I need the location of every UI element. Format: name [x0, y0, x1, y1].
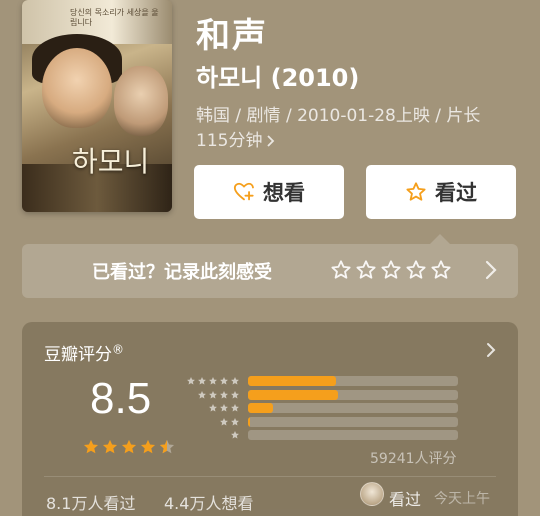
record-star-rating[interactable]	[330, 259, 452, 281]
star-icon	[231, 390, 239, 398]
distribution-bar-track	[248, 430, 458, 440]
distribution-bar-fill	[248, 389, 339, 400]
movie-title: 和声	[196, 16, 268, 56]
divider	[44, 476, 496, 477]
star-outline-icon	[406, 260, 426, 279]
record-panel-pointer	[430, 234, 450, 244]
movie-meta-text: 韩国 / 剧情 / 2010-01-28上映 / 片长 115分钟	[196, 106, 481, 151]
star-icon	[198, 390, 206, 398]
seen-count[interactable]: 8.1万人看过	[46, 490, 135, 514]
friend-time: 今天上午	[434, 491, 490, 507]
distribution-bar-fill	[248, 416, 251, 427]
star-icon	[231, 431, 239, 439]
star-icon	[140, 439, 156, 454]
star-outline-icon	[381, 260, 401, 279]
star-icon	[220, 404, 228, 412]
star-icon	[209, 377, 217, 385]
want-count[interactable]: 4.4万人想看	[164, 490, 253, 514]
distribution-stars	[182, 376, 240, 386]
rating-distribution-row	[182, 416, 458, 427]
rating-count: 59241人评分	[370, 451, 457, 467]
distribution-bar-fill	[248, 376, 337, 386]
star-icon	[121, 439, 137, 454]
star-icon	[220, 417, 228, 425]
distribution-bar-track	[248, 389, 458, 400]
friend-action: 看过	[389, 490, 422, 509]
distribution-bar-track	[248, 376, 458, 386]
star-icon	[220, 390, 228, 398]
avatar[interactable]	[360, 482, 384, 506]
want-to-watch-label: 想看	[263, 181, 305, 205]
rating-label-text: 豆瓣评分	[44, 345, 112, 365]
movie-poster[interactable]: 당신의 목소리가 세상을 울립니다 하모니	[22, 0, 172, 212]
star-icon	[231, 417, 239, 425]
distribution-stars	[182, 390, 240, 400]
chevron-right-icon[interactable]	[486, 342, 496, 362]
star-icon	[209, 390, 217, 398]
distribution-bar-track	[248, 403, 458, 413]
want-to-watch-button[interactable]: 想看	[194, 165, 344, 219]
distribution-bar-fill	[248, 403, 274, 413]
star-icon	[83, 439, 99, 454]
star-icon	[102, 439, 118, 454]
heart-plus-icon	[233, 181, 255, 203]
movie-original-title: 하모니 (2010)	[196, 64, 360, 92]
star-icon	[209, 404, 217, 412]
registered-mark: ®	[112, 342, 124, 357]
douban-rating-panel[interactable]: 豆瓣评分® 8.5 59241人评分 8.1万人看过 4.4万人想看 看过 今天…	[22, 322, 518, 516]
record-feeling-prompt: 已看过？记录此刻感受	[92, 262, 272, 283]
poster-figure-face	[42, 48, 112, 128]
poster-figure-face-secondary	[114, 66, 168, 136]
chevron-right-icon	[484, 258, 498, 286]
distribution-stars	[182, 403, 240, 413]
rating-distribution-row	[182, 376, 458, 386]
rating-distribution-row	[182, 430, 458, 440]
star-icon	[231, 377, 239, 385]
movie-meta-link[interactable]: 韩国 / 剧情 / 2010-01-28上映 / 片长 115分钟	[196, 104, 516, 154]
star-icon	[220, 377, 228, 385]
star-outline-icon	[356, 260, 376, 279]
star-outline-icon	[331, 260, 351, 279]
star-icon	[198, 377, 206, 385]
rating-distribution-row	[182, 389, 458, 400]
chevron-right-icon	[266, 131, 275, 151]
star-half-icon	[159, 439, 175, 454]
distribution-stars	[182, 417, 240, 427]
star-outline-icon	[431, 260, 451, 279]
poster-title-art: 하모니	[72, 145, 150, 178]
watched-label: 看过	[435, 181, 477, 205]
score-stars	[82, 438, 176, 456]
star-icon	[187, 377, 195, 385]
rating-distribution-row	[182, 403, 458, 413]
rating-label: 豆瓣评分®	[44, 340, 124, 365]
watched-button[interactable]: 看过	[366, 165, 516, 219]
rating-score: 8.5	[90, 374, 152, 423]
distribution-bar-track	[248, 416, 458, 427]
star-outline-icon	[405, 181, 427, 203]
poster-tagline: 당신의 목소리가 세상을 울립니다	[70, 8, 159, 27]
record-feeling-panel[interactable]: 已看过？记录此刻感受	[22, 244, 518, 298]
distribution-stars	[182, 430, 240, 440]
star-icon	[231, 404, 239, 412]
